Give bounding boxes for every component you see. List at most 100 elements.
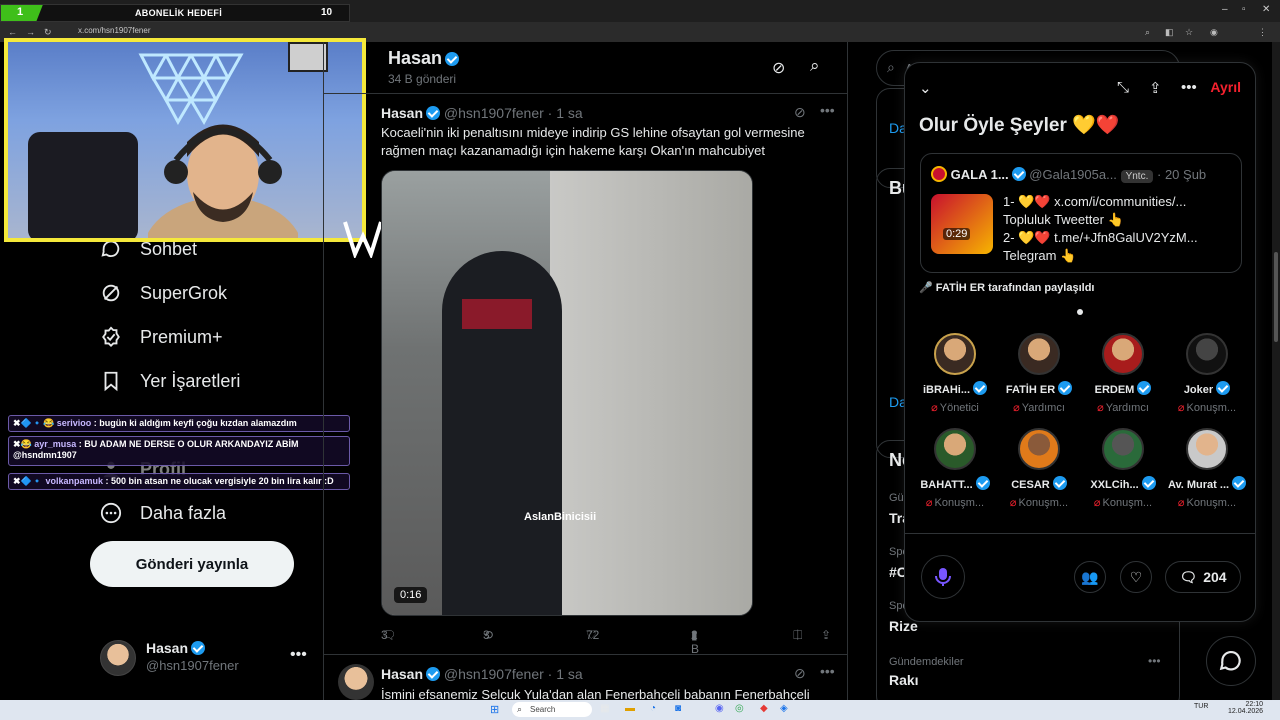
microphone-icon	[935, 568, 951, 586]
tweet-header: Hasan @hsn1907fener · 1 sa	[381, 666, 583, 682]
grok-icon[interactable]: ⊘	[794, 665, 806, 682]
extension-icon[interactable]: ◧	[1165, 27, 1174, 38]
scrollbar-thumb[interactable]	[1274, 252, 1278, 342]
tweet-time[interactable]: 1 sa	[556, 105, 582, 121]
scrollbar[interactable]	[1272, 42, 1280, 700]
pinned-post[interactable]: GALA 1... @Gala1905a... Yntc. · 20 Şub 0…	[920, 153, 1242, 273]
grok-icon[interactable]: ⊘	[772, 58, 785, 78]
tweet-author[interactable]: Hasan	[381, 105, 423, 121]
verified-icon	[1232, 476, 1247, 490]
forward-icon[interactable]: →	[26, 27, 35, 37]
replies-button[interactable]: 🗨 204	[1165, 561, 1241, 593]
member-item[interactable]: Joker ⌀ Konuşm...	[1165, 333, 1249, 414]
more-icon[interactable]: •••	[820, 663, 835, 679]
maximize-icon[interactable]: ▫	[1242, 4, 1246, 15]
tweet-handle[interactable]: @hsn1907fener	[444, 105, 544, 121]
star-icon[interactable]: ☆	[1185, 27, 1193, 38]
app-icon[interactable]: ▦	[600, 703, 609, 714]
nav-bookmarks[interactable]: Yer İşaretleri	[100, 370, 240, 392]
folder-icon[interactable]: ▬	[625, 703, 635, 714]
member-item[interactable]: iBRAHi... ⌀ Yönetici	[913, 333, 997, 414]
more-icon[interactable]: •••	[1181, 79, 1197, 96]
chat-message: ✖🔷🔹😂 serivioo : bugün ki aldığım keyfi ç…	[8, 415, 350, 432]
account-switcher[interactable]: Hasan @hsn1907fener •••	[100, 640, 310, 680]
tweet-time[interactable]: 1 sa	[556, 666, 582, 682]
close-icon[interactable]: ✕	[1262, 4, 1270, 15]
verified-icon	[973, 381, 988, 395]
minimize-icon[interactable]: –	[1222, 4, 1228, 15]
tweet-author[interactable]: Hasan	[381, 666, 423, 682]
profile-icon[interactable]: ◉	[1210, 27, 1218, 38]
clock[interactable]: 22:10 12.04.2026	[1228, 701, 1263, 715]
nav-premium[interactable]: Premium+	[100, 326, 223, 348]
pinned-line: Telegram 👆	[1003, 248, 1077, 263]
chat-message: ✖🔷🔹 volkanpamuk : 500 bin atsan ne oluca…	[8, 473, 350, 490]
reload-icon[interactable]: ↻	[44, 27, 52, 38]
messages-button[interactable]	[1206, 636, 1256, 686]
verified-icon	[426, 667, 441, 681]
video-duration: 0:29	[943, 228, 971, 240]
member-item[interactable]: ERDEM ⌀ Yardımcı	[1081, 333, 1165, 414]
store-icon[interactable]: ◙	[675, 703, 681, 714]
member-role: ⌀ Konuşm...	[925, 497, 985, 509]
nav-supergrok[interactable]: SuperGrok	[100, 282, 227, 304]
tweet-handle[interactable]: @hsn1907fener	[444, 666, 544, 682]
webcam-overlay	[4, 38, 366, 242]
avatar	[934, 333, 976, 375]
divider	[905, 533, 1255, 534]
member-item[interactable]: Av. Murat ... ⌀ Konuşm...	[1165, 428, 1249, 509]
tweet-video[interactable]: AslanBinicisii 0:16	[381, 170, 753, 616]
verified-icon	[1137, 381, 1152, 395]
video-frame-pillar	[550, 171, 752, 615]
windows-start-icon[interactable]: ⊞	[490, 703, 499, 716]
mic-off-icon: ⌀	[1009, 497, 1017, 509]
chrome-icon[interactable]: ◎	[735, 703, 744, 714]
search-icon[interactable]: ⌕	[810, 56, 820, 76]
app-icon[interactable]: ◆	[760, 703, 768, 714]
grok-icon[interactable]: ⊘	[794, 104, 806, 121]
share-icon[interactable]: ⇪	[1149, 79, 1162, 97]
verified-icon	[445, 52, 460, 66]
avatar	[1186, 333, 1228, 375]
member-item[interactable]: BAHATT... ⌀ Konuşm...	[913, 428, 997, 509]
nav-more[interactable]: Daha fazla	[100, 502, 226, 524]
member-name: FATİH ER	[997, 381, 1081, 396]
edge-icon[interactable]: ◔	[650, 703, 656, 714]
request-mic-button[interactable]	[921, 555, 965, 599]
search-icon[interactable]: ⌕	[1145, 27, 1150, 38]
post-button[interactable]: Gönderi yayınla	[90, 541, 294, 587]
discord-icon[interactable]: ◉	[715, 703, 724, 714]
menu-icon[interactable]: ⋮	[1258, 27, 1267, 38]
member-item[interactable]: XXLCih... ⌀ Konuşm...	[1081, 428, 1165, 509]
nav-label: Yer İşaretleri	[140, 370, 241, 391]
member-name: CESAR	[997, 476, 1081, 491]
more-icon[interactable]: •••	[290, 646, 307, 664]
minimize-space-icon[interactable]: ⤡	[1117, 79, 1129, 96]
badge-icon: ✖🔷🔹😂	[13, 418, 55, 428]
account-name: Hasan	[146, 640, 206, 656]
bookmark-icon: ⎅	[793, 628, 803, 642]
avatar	[1186, 428, 1228, 470]
verified-icon	[191, 641, 206, 655]
language-indicator[interactable]: TUR	[1194, 703, 1208, 710]
leave-button[interactable]: Ayrıl	[1210, 79, 1241, 95]
back-icon[interactable]: ←	[8, 27, 17, 37]
trend-name[interactable]: Rakı	[889, 672, 919, 688]
avatar	[934, 428, 976, 470]
app-icon[interactable]: ◈	[780, 703, 788, 714]
taskbar-search[interactable]: ⌕ Search	[512, 702, 592, 717]
member-item[interactable]: FATİH ER ⌀ Yardımcı	[997, 333, 1081, 414]
grok-icon	[102, 284, 120, 302]
pinned-thumbnail[interactable]: 0:29	[931, 194, 993, 254]
share-icon: ⇪	[821, 628, 832, 642]
member-item[interactable]: CESAR ⌀ Konuşm...	[997, 428, 1081, 509]
avatar[interactable]	[338, 664, 374, 700]
chevron-down-icon[interactable]: ⌄	[919, 79, 932, 97]
url-text[interactable]: x.com/hsn1907fener	[78, 26, 151, 35]
react-button[interactable]: ♡	[1120, 561, 1152, 593]
more-icon[interactable]: •••	[1148, 654, 1161, 668]
more-icon[interactable]: •••	[820, 102, 835, 118]
tweet-actions: 🗨 3 ⟲ 3 ♡ 72 ▮ 2 B ⎅ ⇪	[381, 628, 832, 656]
participants-button[interactable]: 👥	[1074, 561, 1106, 593]
windows-taskbar: ⊞ ⌕ Search ▦ ▬ ◔ ◙ ◉ ◎ ◆ ◈ TUR 22:10 12.0…	[0, 700, 1280, 720]
